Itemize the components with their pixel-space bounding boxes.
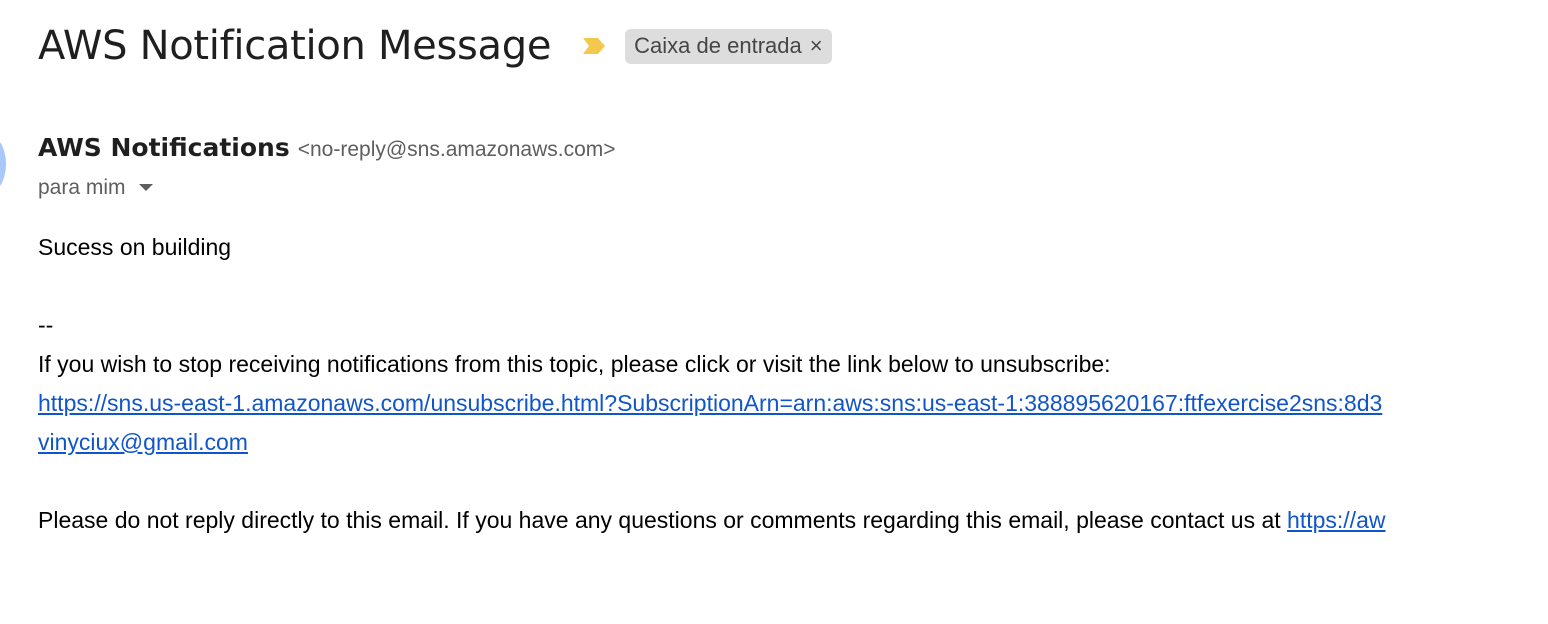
importance-marker-icon[interactable] xyxy=(581,33,607,59)
email-address-link[interactable]: vinyciux@gmail.com xyxy=(38,429,248,455)
sender-avatar[interactable] xyxy=(0,133,6,195)
email-view: AWS Notification Message Caixa de entrad… xyxy=(0,0,1548,624)
label-chip-text: Caixa de entrada xyxy=(634,33,802,58)
caret-down-icon[interactable] xyxy=(138,183,154,193)
remove-label-icon[interactable]: × xyxy=(810,35,823,57)
footer-text: Please do not reply directly to this ema… xyxy=(38,507,1281,533)
email-subject: AWS Notification Message xyxy=(38,23,552,69)
email-body: Sucess on building -- If you wish to sto… xyxy=(38,228,1385,540)
subject-row: AWS Notification Message Caixa de entrad… xyxy=(38,20,832,72)
signature-separator: -- xyxy=(38,312,54,338)
recipient-details-toggle[interactable]: para mim xyxy=(38,176,154,200)
recipient-label: para mim xyxy=(38,176,126,199)
sender-email: <no-reply@sns.amazonaws.com> xyxy=(297,138,616,161)
unsubscribe-link[interactable]: https://sns.us-east-1.amazonaws.com/unsu… xyxy=(38,390,1382,416)
body-line-status: Sucess on building xyxy=(38,234,232,260)
unsubscribe-notice: If you wish to stop receiving notificati… xyxy=(38,351,1111,377)
sender-name[interactable]: AWS Notifications xyxy=(38,133,290,162)
footer-line: Please do not reply directly to this ema… xyxy=(38,501,1385,540)
contact-link[interactable]: https://aw xyxy=(1287,507,1385,533)
sender-row: AWS Notifications <no-reply@sns.amazonaw… xyxy=(38,133,616,162)
label-chip-inbox[interactable]: Caixa de entrada × xyxy=(625,28,832,64)
